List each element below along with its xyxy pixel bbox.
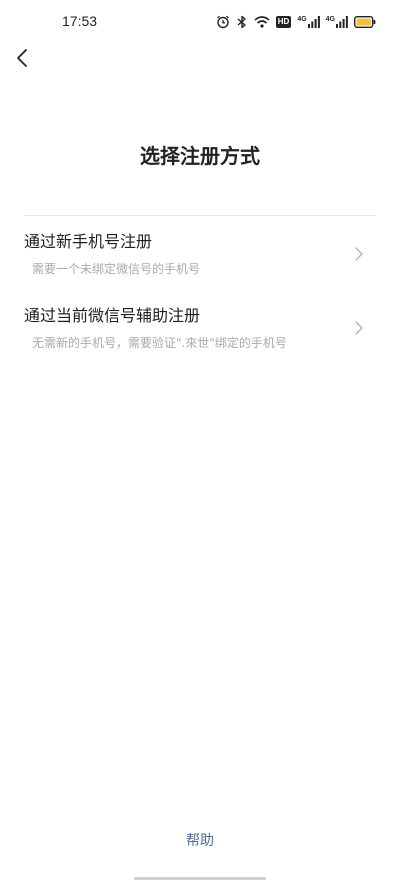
wifi-icon xyxy=(254,15,270,29)
option-title: 通过新手机号注册 xyxy=(24,232,153,251)
option-description: 无需新的手机号，需要验证".來世"绑定的手机号 xyxy=(32,336,287,350)
status-icons: HD 4G 4G xyxy=(216,12,376,32)
option-title: 通过当前微信号辅助注册 xyxy=(24,306,201,325)
network-label: 4G xyxy=(325,16,335,23)
hd-icon: HD xyxy=(275,16,292,28)
signal-4g-icon: 4G xyxy=(326,16,348,28)
signal-4g-icon: 4G xyxy=(297,16,320,28)
bluetooth-icon xyxy=(236,15,248,29)
chevron-right-icon xyxy=(352,244,366,264)
status-bar: 17:53 HD 4G 4G xyxy=(0,0,400,44)
option-new-phone[interactable]: 通过新手机号注册 需要一个未绑定微信号的手机号 xyxy=(24,228,376,284)
back-button[interactable] xyxy=(8,46,36,74)
alarm-icon xyxy=(216,15,230,29)
option-wechat-assist[interactable]: 通过当前微信号辅助注册 无需新的手机号，需要验证".來世"绑定的手机号 xyxy=(24,302,376,358)
option-description: 需要一个未绑定微信号的手机号 xyxy=(32,262,201,276)
page-title: 选择注册方式 xyxy=(140,144,260,168)
battery-icon xyxy=(354,16,376,28)
chevron-right-icon xyxy=(352,318,366,338)
nav-bar xyxy=(0,44,400,84)
chevron-left-icon xyxy=(16,48,28,72)
status-time: 17:53 xyxy=(62,13,98,29)
screen: 17:53 HD 4G 4G 选择注册方式 通过新手机号注册 需要一个未绑定微信… xyxy=(0,0,400,880)
network-label: 4G xyxy=(297,16,307,23)
divider xyxy=(24,215,376,216)
help-link[interactable]: 帮助 xyxy=(0,830,400,850)
